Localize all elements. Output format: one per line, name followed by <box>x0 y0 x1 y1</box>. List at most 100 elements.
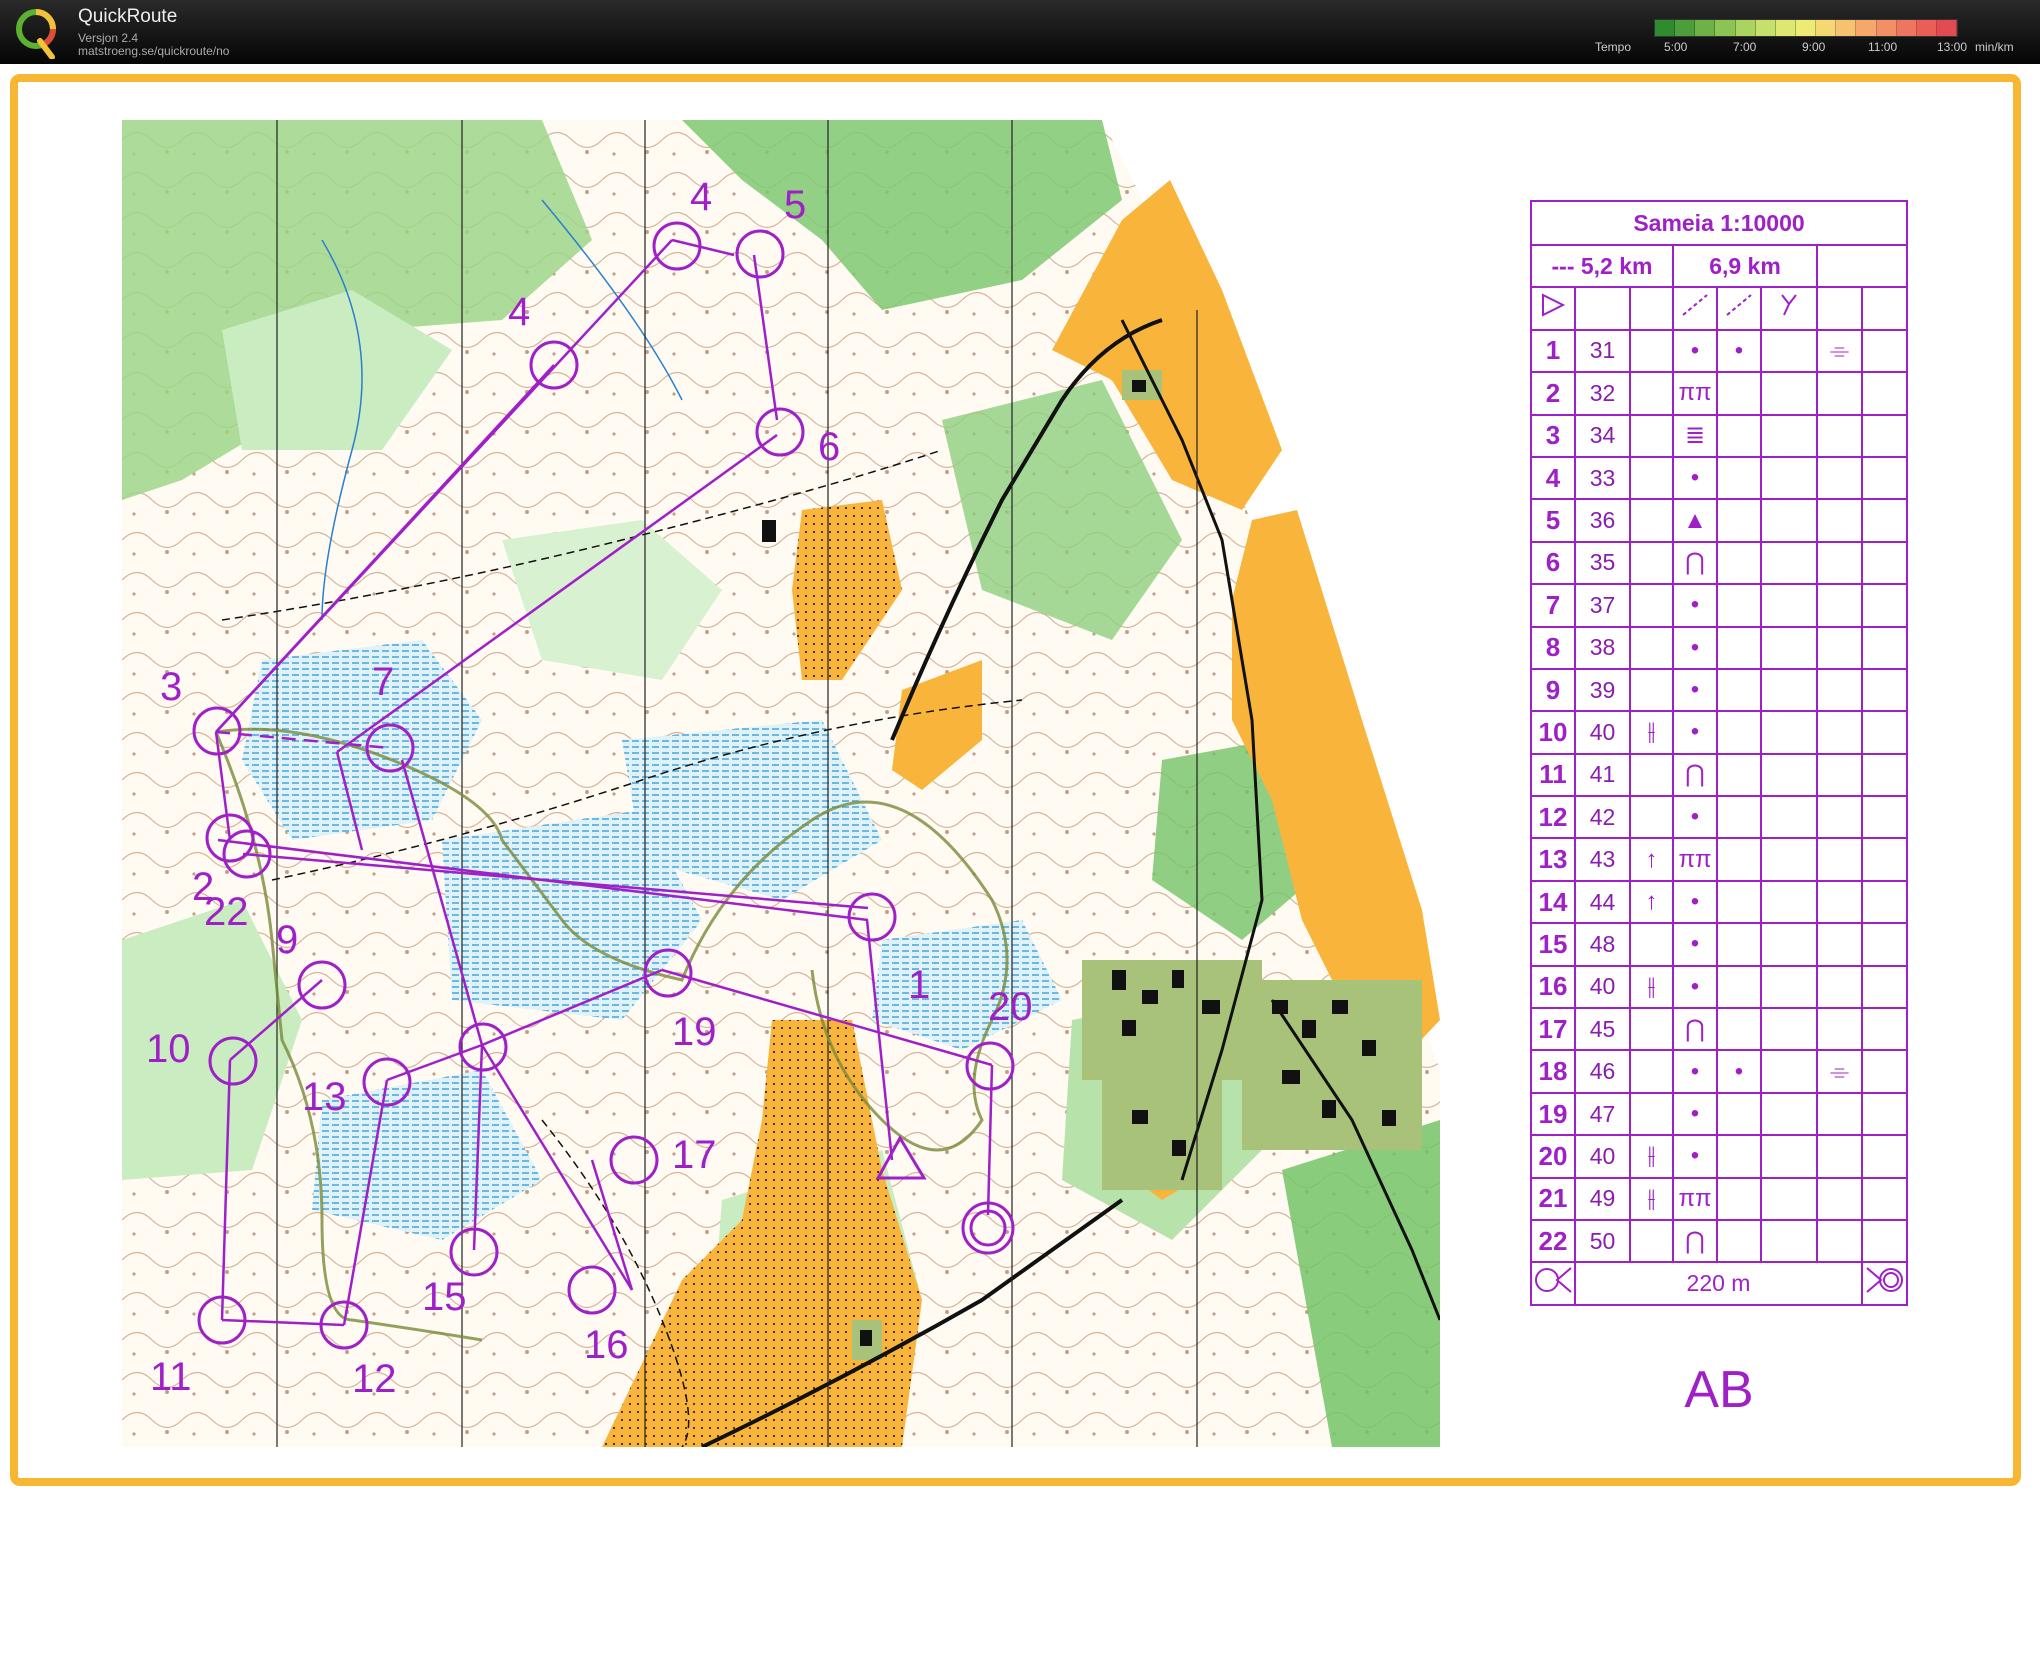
control-number: 4 <box>1530 455 1576 501</box>
legend-row: 10 40 ⫲ • <box>1530 710 1908 755</box>
tempo-tick: 7:00 <box>1733 40 1757 54</box>
tempo-color-swatch <box>1715 20 1736 36</box>
tempo-label: Tempo <box>1595 40 1632 54</box>
control-code: 31 <box>1574 328 1631 374</box>
control-code: 35 <box>1574 540 1631 586</box>
column-f-symbol <box>1716 922 1762 967</box>
column-e-symbol: • <box>1672 667 1718 713</box>
crossing-symbol-icon <box>1672 286 1718 331</box>
column-d-symbol <box>1629 455 1674 501</box>
column-h-symbol <box>1816 583 1863 628</box>
tempo-tick: 9:00 <box>1802 40 1826 54</box>
control-code: 48 <box>1574 922 1631 967</box>
legend-row: 5 36 ▲ <box>1530 498 1908 543</box>
legend-row: 13 43 ↑ ππ <box>1530 837 1908 882</box>
column-i-symbol <box>1861 795 1908 840</box>
column-g-symbol <box>1760 1049 1818 1094</box>
column-i-symbol <box>1861 583 1908 628</box>
column-f-symbol <box>1716 752 1762 798</box>
control-code: 47 <box>1574 1091 1631 1137</box>
column-i-symbol <box>1861 455 1908 501</box>
column-i-symbol <box>1861 328 1908 374</box>
column-h-symbol <box>1816 837 1863 882</box>
column-h-symbol <box>1816 710 1863 755</box>
orienteering-map[interactable]: 1 2 3 4 5 6 7 9 10 11 12 13 15 16 17 19 … <box>122 120 1440 1447</box>
column-g-symbol <box>1760 498 1818 543</box>
control-number: 9 <box>1530 667 1576 713</box>
column-e-symbol: ⋂ <box>1672 752 1718 798</box>
control-code: 34 <box>1574 413 1631 458</box>
column-g-symbol <box>1760 583 1818 628</box>
control-code: 46 <box>1574 1049 1631 1094</box>
control-number: 7 <box>1530 583 1576 628</box>
tempo-tick: 13:00 <box>1937 40 1968 54</box>
column-f-symbol <box>1716 1218 1762 1264</box>
column-h-symbol <box>1816 1007 1863 1052</box>
column-e-symbol: • <box>1672 710 1718 755</box>
column-g-symbol <box>1760 1176 1818 1221</box>
title-bar: QuickRoute Versjon 2.4 matstroeng.se/qui… <box>0 0 2040 64</box>
app-version: Versjon 2.4 <box>78 31 139 45</box>
column-e-symbol: • <box>1672 625 1718 670</box>
column-g-symbol <box>1760 710 1818 755</box>
column-d-symbol <box>1629 540 1674 586</box>
svg-text:6: 6 <box>818 425 840 469</box>
finish-distance: 220 m <box>1574 1261 1863 1306</box>
control-description-sheet: Sameia 1:10000 --- 5,2 km 6,9 km 1 31 • • ⌯ 2… <box>1530 200 1908 1352</box>
control-number: 10 <box>1530 710 1576 755</box>
control-number: 22 <box>1530 1218 1576 1264</box>
finish-symbol-icon <box>1861 1261 1908 1306</box>
svg-text:22: 22 <box>204 890 249 934</box>
column-f-symbol: • <box>1716 1049 1762 1094</box>
column-h-symbol <box>1816 879 1863 925</box>
tempo-tick: 5:00 <box>1664 40 1688 54</box>
column-e-symbol: • <box>1672 922 1718 967</box>
column-i-symbol <box>1861 710 1908 755</box>
legend-row: 1 31 • • ⌯ <box>1530 328 1908 374</box>
control-code: 40 <box>1574 1134 1631 1179</box>
column-h-symbol <box>1816 1134 1863 1179</box>
column-e-symbol: ⋂ <box>1672 1218 1718 1264</box>
column-d-symbol: ↑ <box>1629 837 1674 882</box>
column-d-symbol <box>1629 1007 1674 1052</box>
column-i-symbol <box>1861 1176 1908 1221</box>
control-code: 39 <box>1574 667 1631 713</box>
column-g-symbol <box>1760 1091 1818 1137</box>
control-code: 37 <box>1574 583 1631 628</box>
tempo-color-swatch <box>1695 20 1716 36</box>
control-number: 15 <box>1530 922 1576 967</box>
quickroute-logo-icon <box>16 9 56 59</box>
column-i-symbol <box>1861 1134 1908 1179</box>
column-g-symbol <box>1760 752 1818 798</box>
column-h-symbol <box>1816 455 1863 501</box>
svg-text:1: 1 <box>908 963 930 1007</box>
column-h-symbol <box>1816 795 1863 840</box>
tempo-color-swatch <box>1675 20 1696 36</box>
class-name: AB <box>1684 1361 1754 1419</box>
column-d-symbol: ⫲ <box>1629 710 1674 755</box>
legend-row: 12 42 • <box>1530 795 1908 840</box>
column-e-symbol: ⋂ <box>1672 540 1718 586</box>
legend-row: 17 45 ⋂ <box>1530 1007 1908 1052</box>
svg-text:3: 3 <box>160 665 182 709</box>
column-f-symbol: • <box>1716 328 1762 374</box>
legend-row: 16 40 ⫲ • <box>1530 964 1908 1010</box>
column-d-symbol <box>1629 795 1674 840</box>
crossing-symbol-icon <box>1716 286 1762 331</box>
app-url: matstroeng.se/quickroute/no <box>78 44 230 58</box>
control-code: 33 <box>1574 455 1631 501</box>
control-number: 17 <box>1530 1007 1576 1052</box>
column-h-symbol <box>1816 540 1863 586</box>
control-number: 11 <box>1530 752 1576 798</box>
column-e-symbol: • <box>1672 879 1718 925</box>
legend-row: 19 47 • <box>1530 1091 1908 1137</box>
tempo-color-swatch <box>1916 20 1937 36</box>
column-e-symbol: ⋂ <box>1672 1007 1718 1052</box>
control-number: 12 <box>1530 795 1576 840</box>
control-code: 43 <box>1574 837 1631 882</box>
column-f-symbol <box>1716 795 1762 840</box>
control-code: 41 <box>1574 752 1631 798</box>
start-symbol-icon <box>1530 286 1576 331</box>
tempo-tick: 11:00 <box>1868 40 1898 54</box>
column-g-symbol <box>1760 413 1818 458</box>
